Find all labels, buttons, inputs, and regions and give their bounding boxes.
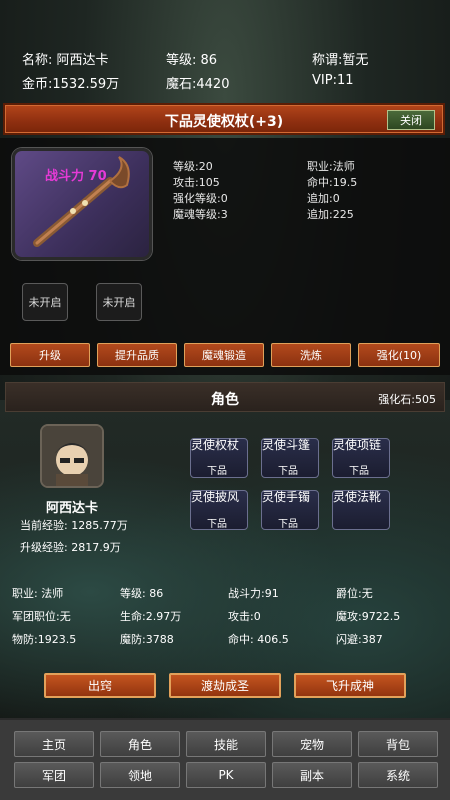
staff-icon xyxy=(33,156,130,247)
stat-hit: 命中: 406.5 xyxy=(228,633,289,646)
nav-dungeon[interactable]: 副本 xyxy=(272,762,352,788)
nav-system[interactable]: 系统 xyxy=(358,762,438,788)
upgrade-button[interactable]: 升级 xyxy=(10,343,90,367)
equip-name-bracelet: 灵使手镯 xyxy=(262,490,311,504)
refine-button[interactable]: 洗炼 xyxy=(271,343,351,367)
stat-attack: 攻击:0 xyxy=(228,610,261,623)
equip-name-mantle: 灵使披风 xyxy=(191,490,240,504)
stat-rank: 爵位:无 xyxy=(336,587,373,600)
item-stat-soul: 魔魂等级:3 xyxy=(173,208,228,221)
gold-amount: 金币:1532.59万 xyxy=(22,77,120,92)
item-stat-class: 职业:法师 xyxy=(307,160,355,173)
item-image-frame: 战斗力 70 xyxy=(12,148,152,260)
enhance-button[interactable]: 强化(10) xyxy=(358,343,440,367)
stat-hp: 生命:2.97万 xyxy=(120,610,182,623)
nav-character[interactable]: 角色 xyxy=(100,731,180,757)
item-stat-level: 等级:20 xyxy=(173,160,213,173)
stat-magic-def: 魔防:3788 xyxy=(120,633,174,646)
current-exp: 当前经验: 1285.77万 xyxy=(20,519,128,532)
avatar[interactable] xyxy=(40,424,104,488)
tribulation-button[interactable]: 渡劫成圣 xyxy=(169,673,281,698)
item-stat-bonus-1: 追加:0 xyxy=(307,192,340,205)
nav-territory[interactable]: 领地 xyxy=(100,762,180,788)
player-title: 称谓:暂无 xyxy=(312,53,369,68)
item-stat-bonus-2: 追加:225 xyxy=(307,208,354,221)
nav-legion[interactable]: 军团 xyxy=(14,762,94,788)
nav-pk[interactable]: PK xyxy=(186,762,266,788)
equip-grade-bracelet: 下品 xyxy=(278,519,298,530)
equip-grade-mantle: 下品 xyxy=(207,519,227,530)
stat-level: 等级: 86 xyxy=(120,587,164,600)
nav-pets[interactable]: 宠物 xyxy=(272,731,352,757)
character-name: 阿西达卡 xyxy=(46,501,99,516)
character-avatar-icon xyxy=(42,426,102,486)
soul-forge-button[interactable]: 魔魂锻造 xyxy=(184,343,264,367)
stat-phys-def: 物防:1923.5 xyxy=(12,633,77,646)
player-name: 名称: 阿西达卡 xyxy=(22,53,109,68)
gem-slot-1[interactable]: 未开启 xyxy=(22,283,68,321)
stat-legion-post: 军团职位:无 xyxy=(12,610,71,623)
nav-bag[interactable]: 背包 xyxy=(358,731,438,757)
vip-level: VIP:11 xyxy=(312,73,354,88)
item-stat-enhance: 强化等级:0 xyxy=(173,192,228,205)
out-of-body-button[interactable]: 出窍 xyxy=(44,673,156,698)
nav-skills[interactable]: 技能 xyxy=(186,731,266,757)
stat-class: 职业: 法师 xyxy=(12,587,64,600)
item-stat-attack: 攻击:105 xyxy=(173,176,220,189)
stat-power: 战斗力:91 xyxy=(228,587,279,600)
close-button[interactable]: 关闭 xyxy=(387,110,435,130)
player-level: 等级: 86 xyxy=(166,53,218,68)
ascend-button[interactable]: 飞升成神 xyxy=(294,673,406,698)
stat-magic-attack: 魔攻:9722.5 xyxy=(336,610,401,623)
item-title: 下品灵使权杖(+3) xyxy=(164,114,284,130)
stat-dodge: 闪避:387 xyxy=(336,633,383,646)
next-level-exp: 升级经验: 2817.9万 xyxy=(20,541,121,554)
magic-stone-amount: 魔石:4420 xyxy=(166,77,230,92)
equip-grade-staff: 下品 xyxy=(207,466,227,477)
item-title-bar: 下品灵使权杖(+3) 关闭 xyxy=(3,103,445,135)
nav-home[interactable]: 主页 xyxy=(14,731,94,757)
role-title-bar: 角色 强化石:505 xyxy=(5,382,445,412)
enhance-stone-count: 强化石:505 xyxy=(378,393,436,406)
equip-grade-necklace: 下品 xyxy=(349,466,369,477)
upgrade-quality-button[interactable]: 提升品质 xyxy=(97,343,177,367)
gem-slot-2[interactable]: 未开启 xyxy=(96,283,142,321)
item-stat-hit: 命中:19.5 xyxy=(307,176,358,189)
bottom-nav: 主页 角色 技能 宠物 背包 军团 领地 PK 副本 系统 xyxy=(0,718,450,800)
equip-name-staff: 灵使权杖 xyxy=(191,438,240,452)
equip-name-necklace: 灵使项链 xyxy=(333,438,382,452)
equip-name-cloak: 灵使斗篷 xyxy=(262,438,311,452)
equip-grade-cloak: 下品 xyxy=(278,466,298,477)
equip-name-boots: 灵使法靴 xyxy=(333,490,382,504)
